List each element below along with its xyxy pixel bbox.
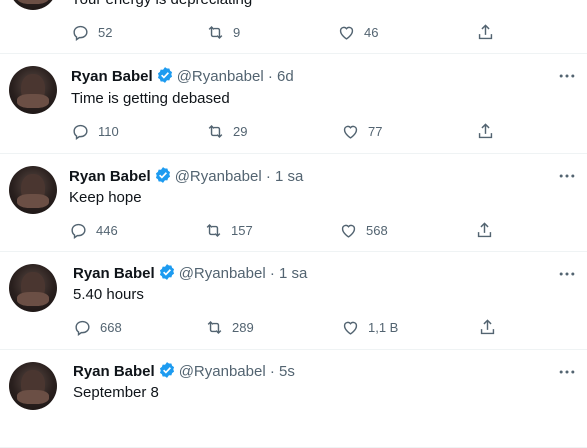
heart-icon [343, 321, 358, 335]
like-count: 1,1 B [368, 319, 399, 335]
timestamp[interactable]: 5s [279, 363, 295, 380]
share-icon [478, 122, 493, 138]
reply-count: 52 [98, 24, 113, 40]
handle[interactable]: @Ryanbabel [179, 363, 266, 380]
display-name[interactable]: Ryan Babel [73, 265, 155, 282]
avatar[interactable] [9, 362, 57, 410]
retweet-button[interactable]: 157 [204, 220, 253, 240]
heart-icon [343, 125, 358, 139]
display-name[interactable]: Ryan Babel [69, 168, 151, 185]
verified-badge-icon [159, 264, 174, 280]
separator: · [261, 168, 275, 185]
tweet-text: September 8 [73, 384, 159, 401]
tweet-header: Ryan Babel @Ryanbabel · 1 sa [69, 166, 303, 187]
share-icon [477, 221, 492, 237]
avatar[interactable] [9, 66, 57, 114]
timestamp[interactable]: 1 sa [279, 265, 307, 282]
share-icon [478, 23, 493, 39]
tweet-text: 5.40 hours [73, 286, 144, 303]
tweet[interactable]: Ryan Babel @Ryanbabel · 5s September 8 [0, 350, 587, 448]
retweet-icon [208, 25, 223, 39]
separator: · [265, 265, 279, 282]
reply-icon [71, 223, 86, 239]
reply-count: 668 [100, 319, 122, 335]
like-button[interactable]: 77 [341, 121, 382, 141]
separator: · [263, 68, 277, 85]
display-name[interactable]: Ryan Babel [73, 363, 155, 380]
tweet-actions: 668 289 1,1 B [73, 317, 503, 337]
reply-button[interactable]: 52 [71, 22, 112, 42]
more-icon[interactable] [557, 264, 577, 284]
tweet-actions: 110 29 77 [71, 121, 501, 141]
like-count: 46 [364, 24, 379, 40]
share-button[interactable] [476, 22, 495, 42]
share-button[interactable] [476, 121, 495, 141]
tweet-actions: 446 157 568 [69, 220, 499, 240]
share-button[interactable] [478, 317, 497, 337]
retweet-count: 29 [233, 123, 248, 139]
reply-icon [73, 25, 88, 41]
tweet[interactable]: Ryan Babel @Ryanbabel · 1 sa 5.40 hours 6… [0, 252, 587, 350]
tweet[interactable]: Your energy is depreciating 52 9 46 [0, 0, 587, 54]
like-button[interactable]: 1,1 B [341, 317, 398, 337]
tweet-text: Your energy is depreciating [71, 0, 252, 10]
like-count: 568 [366, 222, 388, 238]
more-icon[interactable] [557, 362, 577, 382]
tweet-header: Ryan Babel @Ryanbabel · 6d [71, 66, 294, 87]
tweet-actions: 52 9 46 [71, 22, 501, 42]
heart-icon [341, 224, 356, 238]
avatar[interactable] [9, 166, 57, 214]
avatar[interactable] [9, 264, 57, 312]
display-name[interactable]: Ryan Babel [71, 68, 153, 85]
verified-badge-icon [159, 362, 174, 378]
reply-count: 110 [98, 123, 119, 139]
retweet-button[interactable]: 9 [206, 22, 240, 42]
retweet-button[interactable]: 289 [205, 317, 254, 337]
like-button[interactable]: 46 [337, 22, 378, 42]
tweet-header: Ryan Babel @Ryanbabel · 5s [73, 361, 295, 382]
retweet-count: 289 [232, 319, 254, 335]
tweet[interactable]: Ryan Babel @Ryanbabel · 6d Time is gettin… [0, 54, 587, 154]
reply-icon [75, 320, 90, 336]
share-icon [480, 318, 495, 334]
timestamp[interactable]: 6d [277, 68, 294, 85]
retweet-icon [206, 223, 221, 237]
verified-badge-icon [155, 167, 170, 183]
retweet-icon [207, 320, 222, 334]
avatar[interactable] [9, 0, 57, 10]
like-button[interactable]: 568 [339, 220, 388, 240]
retweet-button[interactable]: 29 [206, 121, 247, 141]
share-button[interactable] [475, 220, 494, 240]
retweet-count: 157 [231, 222, 253, 238]
handle[interactable]: @Ryanbabel [177, 68, 264, 85]
retweet-icon [208, 124, 223, 138]
reply-button[interactable]: 110 [71, 121, 119, 141]
reply-button[interactable]: 668 [73, 317, 122, 337]
timestamp[interactable]: 1 sa [275, 168, 303, 185]
handle[interactable]: @Ryanbabel [179, 265, 266, 282]
reply-button[interactable]: 446 [69, 220, 118, 240]
separator: · [265, 363, 279, 380]
retweet-count: 9 [233, 24, 241, 40]
more-icon[interactable] [557, 66, 577, 86]
like-count: 77 [368, 123, 383, 139]
tweet-text: Time is getting debased [71, 90, 230, 107]
tweet[interactable]: Ryan Babel @Ryanbabel · 1 sa Keep hope 44… [0, 154, 587, 252]
verified-badge-icon [157, 67, 172, 83]
heart-icon [339, 26, 354, 40]
more-icon[interactable] [557, 166, 577, 186]
handle[interactable]: @Ryanbabel [175, 168, 262, 185]
reply-count: 446 [96, 222, 118, 238]
tweet-text: Keep hope [69, 189, 142, 206]
tweet-header: Ryan Babel @Ryanbabel · 1 sa [73, 263, 307, 284]
reply-icon [73, 124, 88, 140]
